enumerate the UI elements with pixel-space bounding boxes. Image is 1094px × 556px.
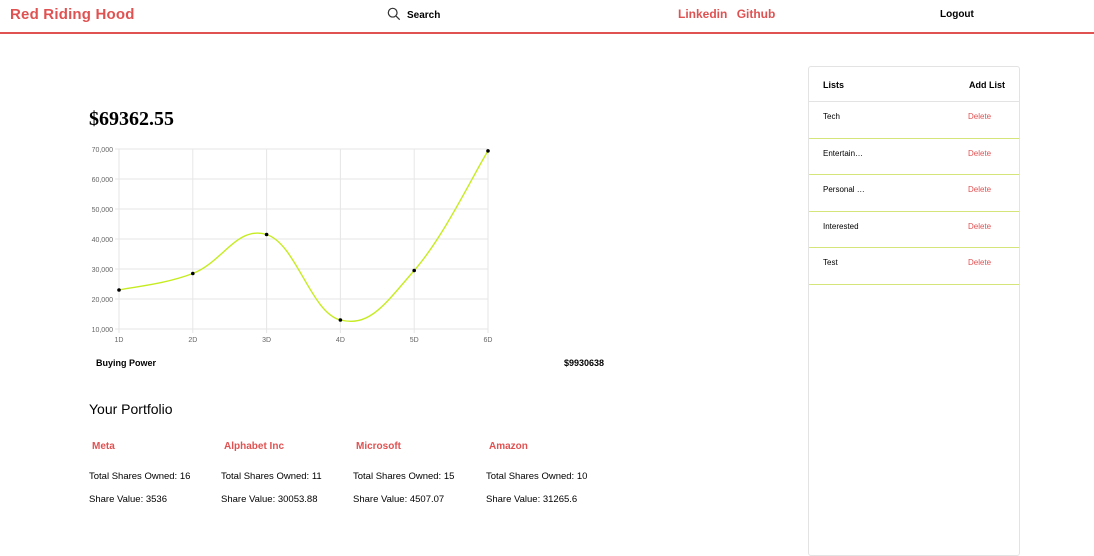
holding-name-link[interactable]: Meta (92, 441, 221, 453)
holding-card: Alphabet Inc Total Shares Owned: 11 Shar… (221, 441, 353, 505)
y-tick-label: 70,000 (92, 147, 114, 154)
holding-card: Microsoft Total Shares Owned: 15 Share V… (353, 441, 485, 505)
holding-card: Meta Total Shares Owned: 16 Share Value:… (89, 441, 221, 505)
watchlists-header: Lists Add List (809, 67, 1019, 102)
x-tick-label: 4D (336, 337, 345, 344)
list-item[interactable]: Personal … Delete (809, 175, 1019, 212)
x-tick-label: 1D (115, 337, 124, 344)
external-links: Linkedin Github (678, 7, 781, 21)
y-tick-label: 40,000 (92, 237, 114, 244)
y-tick-label: 60,000 (92, 177, 114, 184)
brand-logo[interactable]: Red Riding Hood (10, 6, 135, 23)
data-point (412, 268, 417, 273)
holding-name-link[interactable]: Amazon (489, 441, 618, 453)
portfolio-title: Your Portfolio (89, 401, 173, 417)
holding-value: Share Value: 3536 (89, 494, 167, 505)
buying-power-value: $9930638 (564, 358, 605, 368)
x-tick-label: 3D (262, 337, 271, 344)
data-point (191, 271, 195, 276)
holding-value: Share Value: 30053.88 (221, 494, 318, 505)
top-navbar: Red Riding Hood Search Linkedin Github L… (0, 0, 1094, 34)
list-item-name[interactable]: Personal … (823, 185, 865, 194)
portfolio-chart: 10,000 20,000 30,000 40,000 50,000 60,000 70,0… (92, 147, 493, 344)
logout-button[interactable]: Logout (940, 9, 974, 20)
watchlists-title: Lists (823, 80, 845, 90)
data-point (117, 288, 121, 292)
list-item-name[interactable]: Entertain… (823, 149, 863, 158)
buying-power-label: Buying Power (96, 358, 157, 368)
holding-value: Share Value: 31265.6 (486, 494, 578, 505)
holding-name-link[interactable]: Microsoft (356, 441, 485, 453)
list-item-name[interactable]: Test (823, 258, 838, 267)
y-tick-label: 10,000 (92, 327, 114, 334)
list-item[interactable]: Interested Delete (809, 212, 1019, 249)
holding-value: Share Value: 4507.07 (353, 494, 445, 505)
search-icon (387, 7, 401, 24)
search-button[interactable]: Search (387, 7, 440, 24)
holding-shares: Total Shares Owned: 11 (221, 471, 322, 482)
list-item[interactable]: Entertain… Delete (809, 139, 1019, 176)
portfolio-balance: $69362.55 (89, 108, 174, 130)
list-item[interactable]: Tech Delete (809, 102, 1019, 139)
holding-name-link[interactable]: Alphabet Inc (224, 441, 353, 453)
delete-list-button[interactable]: Delete (968, 222, 991, 231)
list-item-name[interactable]: Interested (823, 222, 859, 231)
delete-list-button[interactable]: Delete (968, 258, 991, 267)
holding-shares: Total Shares Owned: 15 (353, 471, 455, 482)
github-link[interactable]: Github (737, 7, 776, 21)
x-tick-label: 5D (410, 337, 419, 344)
holding-shares: Total Shares Owned: 16 (89, 471, 191, 482)
series-line (118, 150, 489, 322)
delete-list-button[interactable]: Delete (968, 185, 991, 194)
holding-card: Amazon Total Shares Owned: 10 Share Valu… (486, 441, 618, 505)
list-item-name[interactable]: Tech (823, 112, 840, 121)
watchlists-panel: Lists Add List Tech Delete Entertain… De… (808, 66, 1020, 556)
x-tick-label: 2D (188, 337, 197, 344)
list-item[interactable]: Test Delete (809, 248, 1019, 285)
holding-shares: Total Shares Owned: 10 (486, 471, 588, 482)
data-point (264, 232, 269, 237)
data-point (486, 149, 490, 153)
search-label: Search (407, 10, 441, 21)
add-list-button[interactable]: Add List (969, 80, 1005, 90)
y-tick-label: 30,000 (92, 267, 114, 274)
delete-list-button[interactable]: Delete (968, 112, 991, 121)
x-tick-label: 6D (484, 337, 493, 344)
data-point (338, 318, 343, 322)
linkedin-link[interactable]: Linkedin (678, 7, 727, 21)
delete-list-button[interactable]: Delete (968, 149, 991, 158)
y-tick-label: 20,000 (92, 297, 114, 304)
y-tick-label: 50,000 (92, 207, 114, 214)
